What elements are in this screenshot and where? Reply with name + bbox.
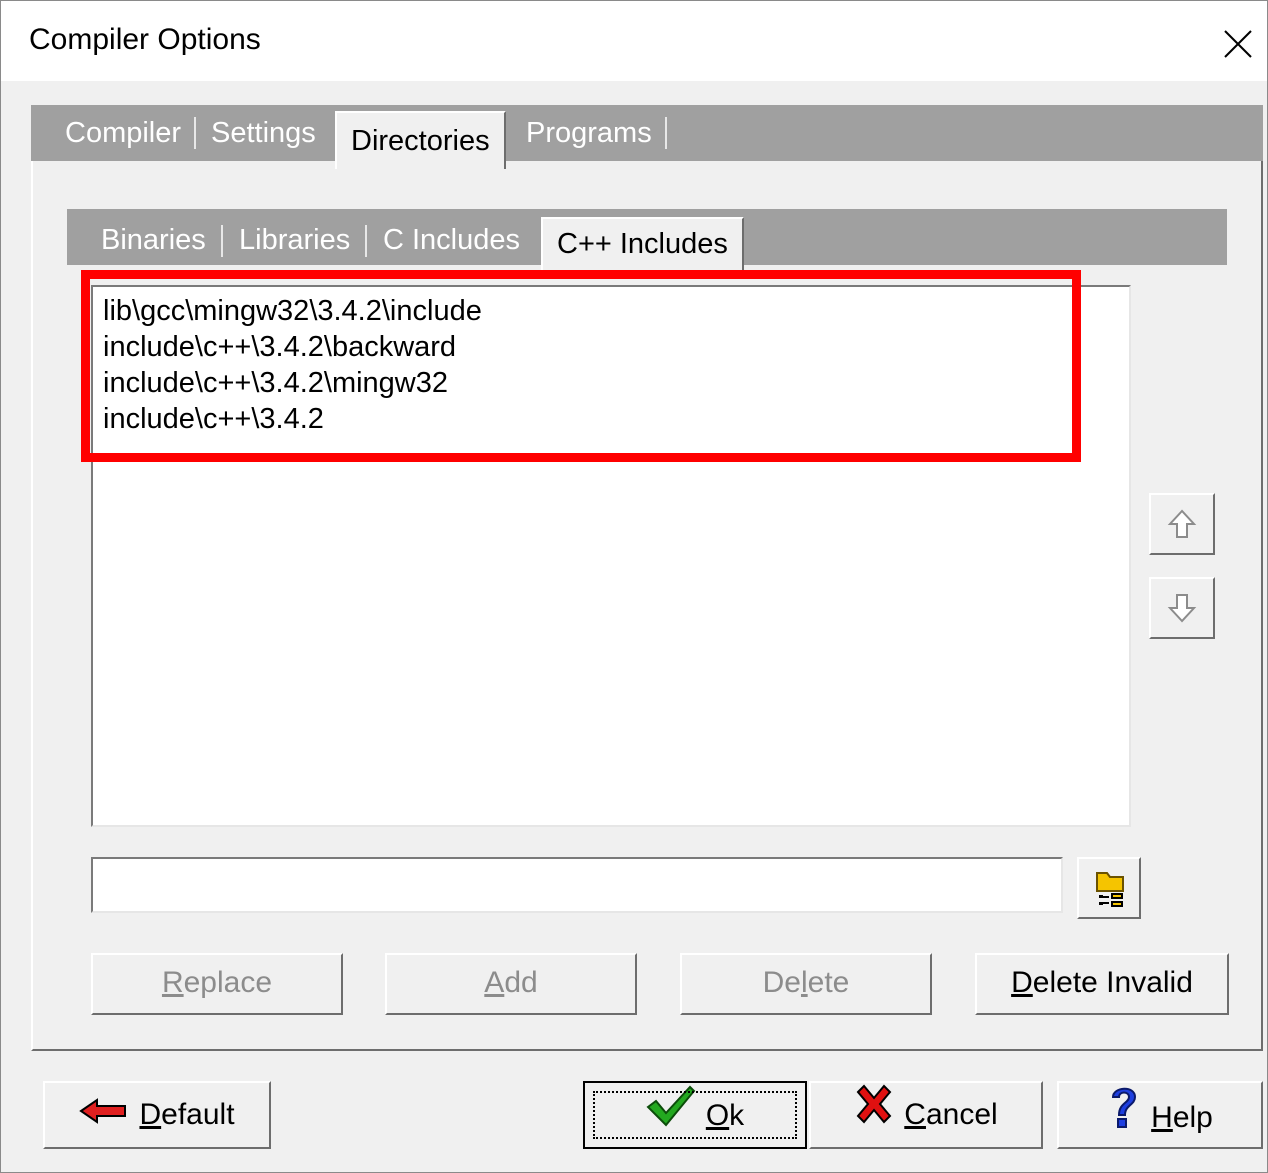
arrow-down-icon [1167,594,1197,623]
tab-compiler[interactable]: Compiler [65,105,181,161]
main-tab-strip: Compiler Settings Directories Programs [31,105,1263,169]
tab-separator [194,117,196,149]
close-icon [1224,30,1252,58]
tab-separator [365,225,367,257]
directory-type-tab-strip: Binaries Libraries C Includes C++ Includ… [67,209,1227,277]
highlight-annotation [81,270,1081,462]
tab-c-includes[interactable]: C Includes [383,209,520,265]
cancel-label: ancel [925,1098,998,1132]
help-mnemonic: H [1151,1101,1173,1134]
compiler-options-dialog: Compiler Options Compiler Settings Direc… [0,0,1268,1173]
add-button[interactable]: Add [385,953,637,1015]
tab-separator [221,225,223,257]
window-title: Compiler Options [29,23,261,56]
help-label: elp [1172,1101,1213,1134]
add-mnemonic: A [484,966,505,999]
title-bar: Compiler Options [1,1,1267,81]
arrow-up-icon [1167,509,1197,538]
tab-cpp-includes[interactable]: C++ Includes [541,217,744,277]
ok-button[interactable]: Ok [583,1081,807,1149]
delete-button[interactable]: Delete [680,953,932,1015]
delete-invalid-label: elete Invalid [1032,966,1193,999]
cancel-mnemonic: C [904,1098,926,1132]
tab-separator [665,117,667,149]
blue-question-icon [1107,1083,1141,1153]
red-left-arrow-icon [79,1084,129,1146]
default-mnemonic: D [139,1098,162,1132]
tab-programs[interactable]: Programs [526,105,652,161]
add-label: dd [504,966,538,999]
cancel-button[interactable]: Cancel [809,1081,1043,1149]
close-button[interactable] [1213,19,1261,67]
delete-invalid-mnemonic: D [1011,966,1033,999]
tab-binaries[interactable]: Binaries [101,209,206,265]
default-button[interactable]: Default [43,1081,271,1149]
focus-indicator [593,1091,797,1139]
directory-path-input[interactable] [91,857,1063,913]
replace-label: eplace [183,966,273,999]
move-down-button[interactable] [1149,577,1215,639]
replace-button[interactable]: Replace [91,953,343,1015]
red-x-icon [854,1084,894,1146]
tab-settings[interactable]: Settings [211,105,316,161]
delete-invalid-button[interactable]: Delete Invalid [975,953,1229,1015]
move-up-button[interactable] [1149,493,1215,555]
folder-browse-icon [1096,872,1124,907]
help-button[interactable]: Help [1057,1081,1263,1149]
delete-label-post: ete [807,966,850,999]
delete-label-pre: De [762,966,801,999]
tab-libraries[interactable]: Libraries [239,209,350,265]
browse-folder-button[interactable] [1077,857,1141,919]
default-label: efault [161,1098,235,1132]
replace-mnemonic: R [161,966,184,999]
delete-mnemonic: l [800,966,808,999]
